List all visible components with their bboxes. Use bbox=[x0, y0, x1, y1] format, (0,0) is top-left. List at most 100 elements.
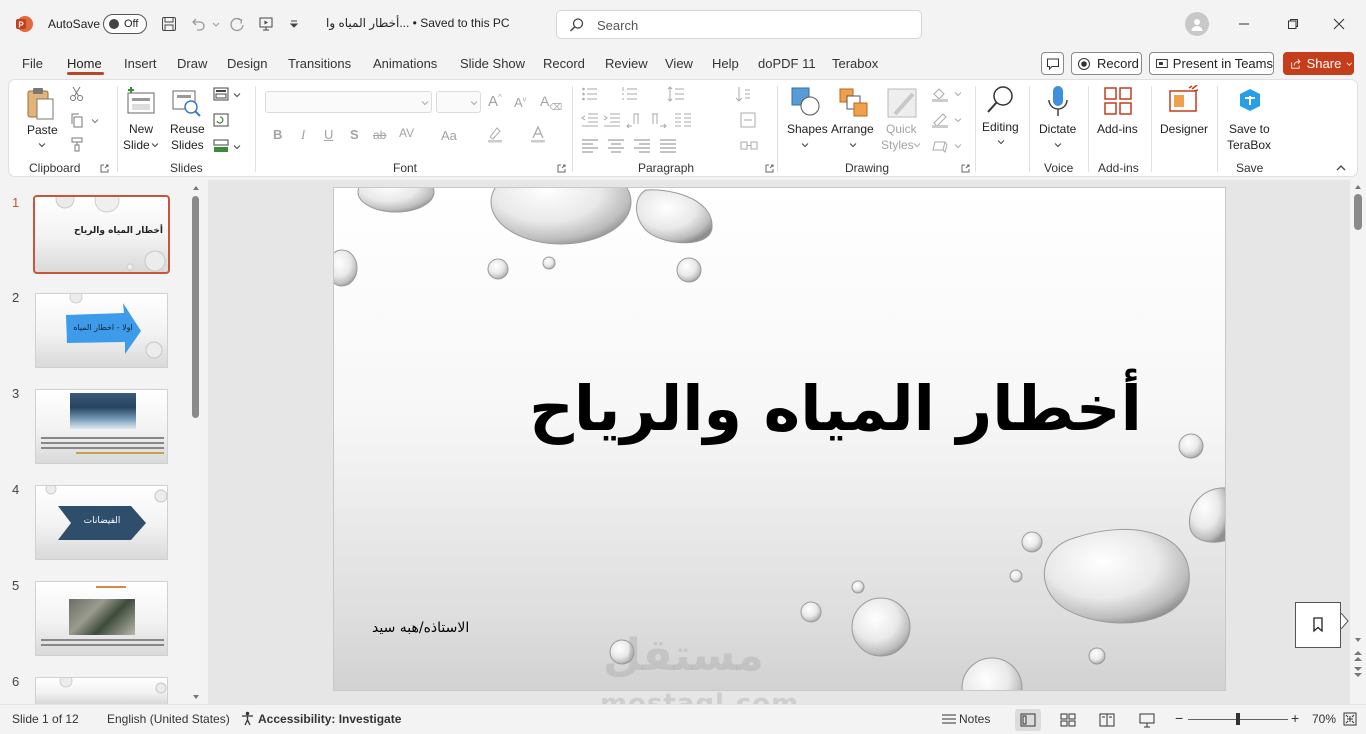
tab-view[interactable]: View bbox=[665, 56, 693, 71]
clear-formatting-icon[interactable]: A⌫ bbox=[540, 93, 562, 113]
italic-icon[interactable]: I bbox=[301, 127, 305, 143]
present-in-teams-button[interactable]: Present in Teams bbox=[1149, 52, 1274, 75]
zoom-out-button[interactable]: − bbox=[1175, 710, 1183, 726]
notes-button[interactable]: Notes bbox=[959, 712, 990, 726]
clipboard-launcher-icon[interactable] bbox=[100, 164, 109, 173]
font-launcher-icon[interactable] bbox=[557, 164, 566, 173]
section-dropdown-icon[interactable] bbox=[233, 143, 241, 151]
ltr-icon[interactable] bbox=[649, 112, 667, 128]
editing-dropdown-icon[interactable] bbox=[997, 138, 1005, 146]
paste-label[interactable]: Paste bbox=[27, 122, 58, 138]
tab-animations[interactable]: Animations bbox=[373, 56, 437, 71]
slide-title[interactable]: أخطار المياه والرياح bbox=[334, 372, 1225, 445]
new-slide-label-1[interactable]: New bbox=[129, 121, 153, 137]
undo-icon[interactable] bbox=[187, 13, 209, 35]
paste-dropdown-icon[interactable] bbox=[38, 141, 46, 149]
share-button[interactable]: Share bbox=[1283, 52, 1354, 75]
save-icon[interactable] bbox=[158, 13, 180, 35]
search-box[interactable]: Search bbox=[556, 10, 922, 39]
dictate-microphone-icon[interactable] bbox=[1046, 84, 1070, 118]
close-icon[interactable] bbox=[1328, 13, 1350, 35]
account-avatar-icon[interactable] bbox=[1185, 12, 1209, 36]
scroll-down-icon[interactable] bbox=[1354, 636, 1362, 644]
copy-icon[interactable] bbox=[69, 112, 85, 128]
add-ins-icon[interactable] bbox=[1103, 86, 1133, 116]
tab-record[interactable]: Record bbox=[543, 56, 585, 71]
columns-icon[interactable] bbox=[674, 112, 692, 128]
language-indicator[interactable]: English (United States) bbox=[107, 712, 230, 726]
minimize-icon[interactable] bbox=[1233, 13, 1255, 35]
shape-fill-icon[interactable] bbox=[931, 86, 949, 102]
bullets-icon[interactable] bbox=[581, 86, 599, 102]
decrease-font-icon[interactable]: Av bbox=[514, 95, 526, 110]
scrollbar-thumb[interactable] bbox=[1354, 194, 1362, 230]
customize-toolbar-icon[interactable] bbox=[286, 13, 302, 35]
font-name-select[interactable] bbox=[265, 91, 432, 113]
scroll-up-icon[interactable] bbox=[192, 184, 200, 192]
quick-styles-label-1[interactable]: Quick bbox=[886, 121, 917, 137]
comments-button[interactable] bbox=[1041, 52, 1064, 75]
accessibility-status[interactable]: Accessibility: Investigate bbox=[258, 712, 401, 726]
zoom-slider-thumb[interactable] bbox=[1236, 713, 1240, 725]
paragraph-launcher-icon[interactable] bbox=[765, 164, 774, 173]
highlight-icon[interactable] bbox=[486, 125, 504, 143]
editing-search-icon[interactable] bbox=[985, 84, 1017, 116]
restore-icon[interactable] bbox=[1282, 13, 1304, 35]
tab-file[interactable]: File bbox=[22, 56, 43, 71]
collapse-ribbon-icon[interactable] bbox=[1336, 164, 1346, 172]
slide-subtitle[interactable]: الاستاذه/هبه سيد bbox=[372, 620, 469, 636]
strikethrough-icon[interactable]: ab bbox=[373, 128, 386, 142]
align-center-icon[interactable] bbox=[607, 138, 625, 154]
reuse-slides-icon[interactable] bbox=[170, 86, 202, 118]
record-button[interactable]: Record bbox=[1071, 52, 1142, 75]
character-spacing-icon[interactable]: AV bbox=[399, 126, 414, 140]
drawing-launcher-icon[interactable] bbox=[961, 164, 970, 173]
text-direction-icon[interactable] bbox=[734, 86, 752, 102]
shape-effects-icon[interactable] bbox=[931, 138, 949, 154]
change-case-icon[interactable]: Aa bbox=[441, 128, 457, 143]
previous-slide-icon[interactable] bbox=[1353, 650, 1363, 662]
tab-design[interactable]: Design bbox=[227, 56, 267, 71]
save-to-terabox-label-2[interactable]: TeraBox bbox=[1227, 137, 1271, 153]
reuse-slides-label-2[interactable]: Slides bbox=[171, 137, 204, 153]
layout-icon[interactable] bbox=[213, 87, 229, 101]
text-shadow-icon[interactable]: S bbox=[350, 127, 359, 142]
decrease-indent-icon[interactable] bbox=[581, 112, 599, 128]
underline-icon[interactable]: U bbox=[324, 127, 333, 142]
scrollbar-thumb[interactable] bbox=[192, 196, 199, 418]
tab-insert[interactable]: Insert bbox=[124, 56, 157, 71]
paste-icon[interactable] bbox=[25, 86, 57, 122]
bookmark-panel[interactable] bbox=[1295, 602, 1341, 648]
add-ins-button-label[interactable]: Add-ins bbox=[1097, 121, 1138, 137]
slide-thumbnail-6[interactable] bbox=[35, 677, 168, 704]
scroll-up-icon[interactable] bbox=[1354, 183, 1362, 191]
tab-slide-show[interactable]: Slide Show bbox=[460, 56, 525, 71]
section-icon[interactable] bbox=[213, 139, 229, 153]
new-slide-icon[interactable] bbox=[125, 86, 157, 118]
bookmark-arrow-icon[interactable] bbox=[1341, 613, 1349, 629]
tab-help[interactable]: Help bbox=[712, 56, 739, 71]
designer-icon[interactable] bbox=[1167, 85, 1201, 117]
notes-icon[interactable] bbox=[941, 713, 957, 725]
tab-draw[interactable]: Draw bbox=[177, 56, 207, 71]
smartart-icon[interactable] bbox=[740, 138, 758, 154]
reset-slide-icon[interactable] bbox=[213, 113, 229, 127]
reuse-slides-label-1[interactable]: Reuse bbox=[170, 121, 205, 137]
dictate-dropdown-icon[interactable] bbox=[1054, 141, 1062, 149]
slide-thumbnail-4[interactable]: الفيضانات bbox=[35, 485, 168, 560]
slide-sorter-icon[interactable] bbox=[1060, 713, 1076, 727]
slide-counter[interactable]: Slide 1 of 12 bbox=[12, 712, 79, 726]
slide-thumbnail-1[interactable]: أخطار المياه والرياح bbox=[33, 195, 170, 274]
font-size-select[interactable] bbox=[436, 91, 481, 113]
align-left-icon[interactable] bbox=[581, 138, 599, 154]
editing-label[interactable]: Editing bbox=[982, 119, 1019, 135]
bold-icon[interactable]: B bbox=[273, 127, 282, 142]
current-slide[interactable]: أخطار المياه والرياح الاستاذه/هبه سيد bbox=[333, 187, 1226, 691]
cut-icon[interactable] bbox=[69, 86, 85, 102]
justify-icon[interactable] bbox=[659, 138, 677, 154]
tab-review[interactable]: Review bbox=[605, 56, 648, 71]
quick-styles-icon[interactable] bbox=[885, 86, 919, 120]
increase-font-icon[interactable]: A^ bbox=[488, 93, 502, 110]
font-color-icon[interactable] bbox=[529, 125, 547, 143]
zoom-in-button[interactable]: + bbox=[1291, 710, 1299, 726]
